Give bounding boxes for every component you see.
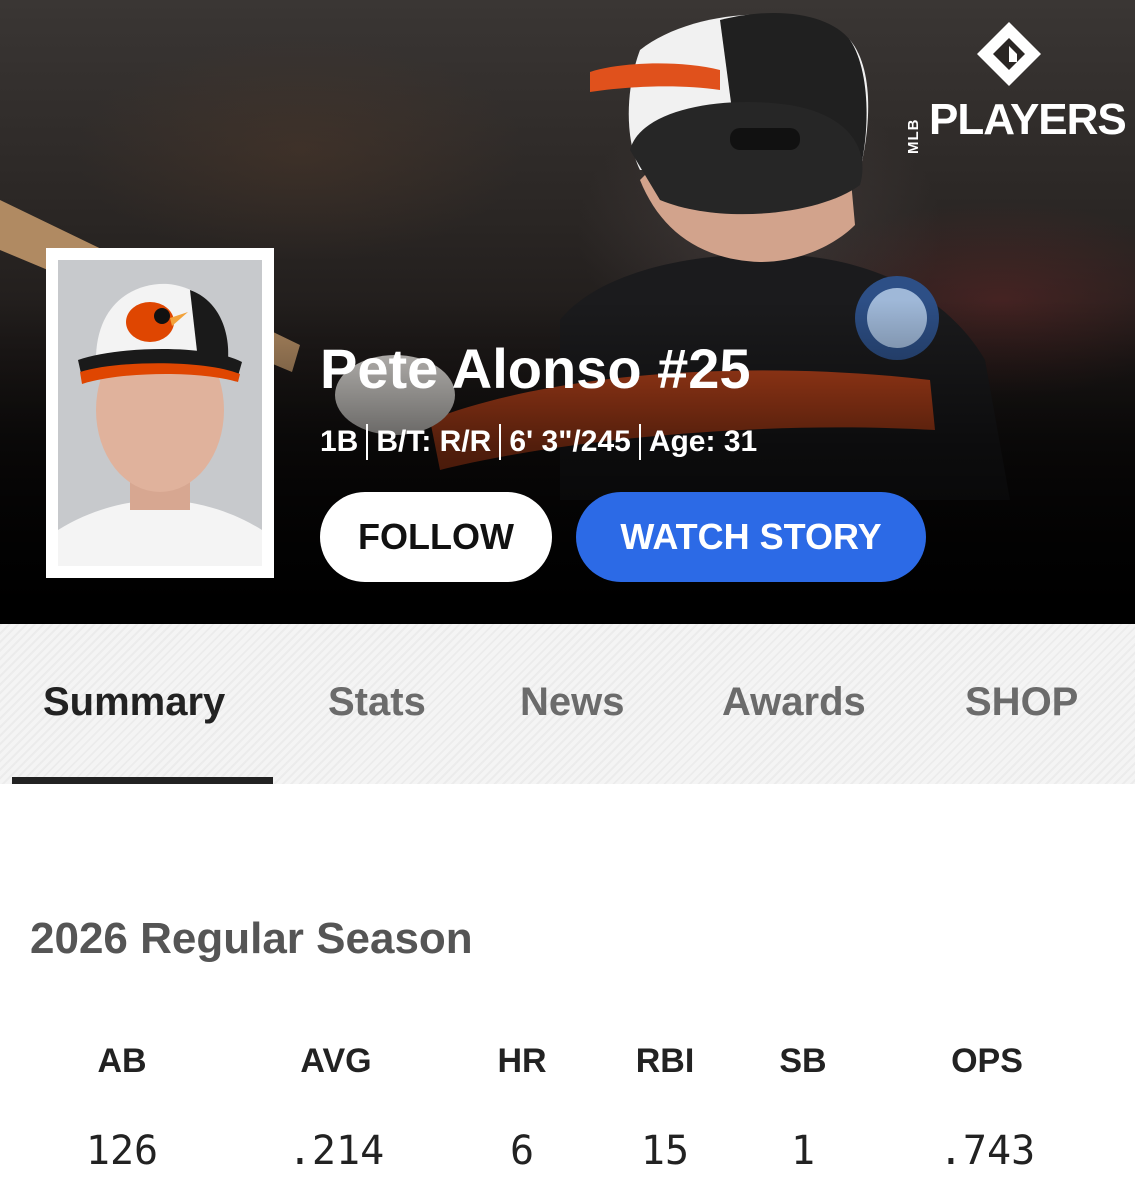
player-name: Pete Alonso #25 [320,337,751,400]
stat-header-ops: OPS [951,1042,1023,1080]
watch-story-button[interactable]: WATCH STORY [576,492,926,582]
tab-news[interactable]: News [520,680,625,725]
season-title: 2026 Regular Season [30,914,473,963]
stat-header-ab: AB [97,1042,147,1080]
player-bats-throws: B/T: R/R [376,425,492,458]
tab-stats[interactable]: Stats [328,680,426,725]
stat-header-sb: SB [779,1042,827,1080]
stat-value-ab: 126 [85,1128,159,1174]
player-hero-banner: MLB PLAYERS Pete Alonso #25 1B B/T: R/R … [0,0,1135,624]
follow-button[interactable]: FOLLOW [320,492,552,582]
player-height-weight: 6' 3"/245 [509,425,631,458]
stat-header-hr: HR [497,1042,547,1080]
player-age: Age: 31 [648,425,758,458]
mlbpa-diamond-icon [977,22,1041,86]
player-headshot [46,248,274,578]
stat-header-rbi: RBI [635,1042,695,1080]
player-tab-bar: Summary Stats News Awards SHOP [0,624,1135,784]
stat-header-avg: AVG [300,1042,372,1080]
mlb-players-logo: MLB PLAYERS [905,18,1127,154]
bio-divider [638,424,641,460]
stat-value-sb: 1 [790,1128,816,1174]
active-tab-indicator [12,777,273,784]
tab-summary[interactable]: Summary [43,680,225,725]
tab-awards[interactable]: Awards [722,680,866,725]
headshot-photo [58,260,262,566]
tab-shop[interactable]: SHOP [965,680,1078,725]
bio-divider [366,424,369,460]
bio-divider [499,424,502,460]
logo-mlb-text: MLB [905,118,922,155]
stat-value-ops: .743 [938,1128,1036,1174]
logo-players-text: PLAYERS [929,95,1127,144]
player-bio-line: 1B B/T: R/R 6' 3"/245 Age: 31 [320,422,757,462]
player-position: 1B [320,425,359,458]
stat-value-avg: .214 [287,1128,385,1174]
